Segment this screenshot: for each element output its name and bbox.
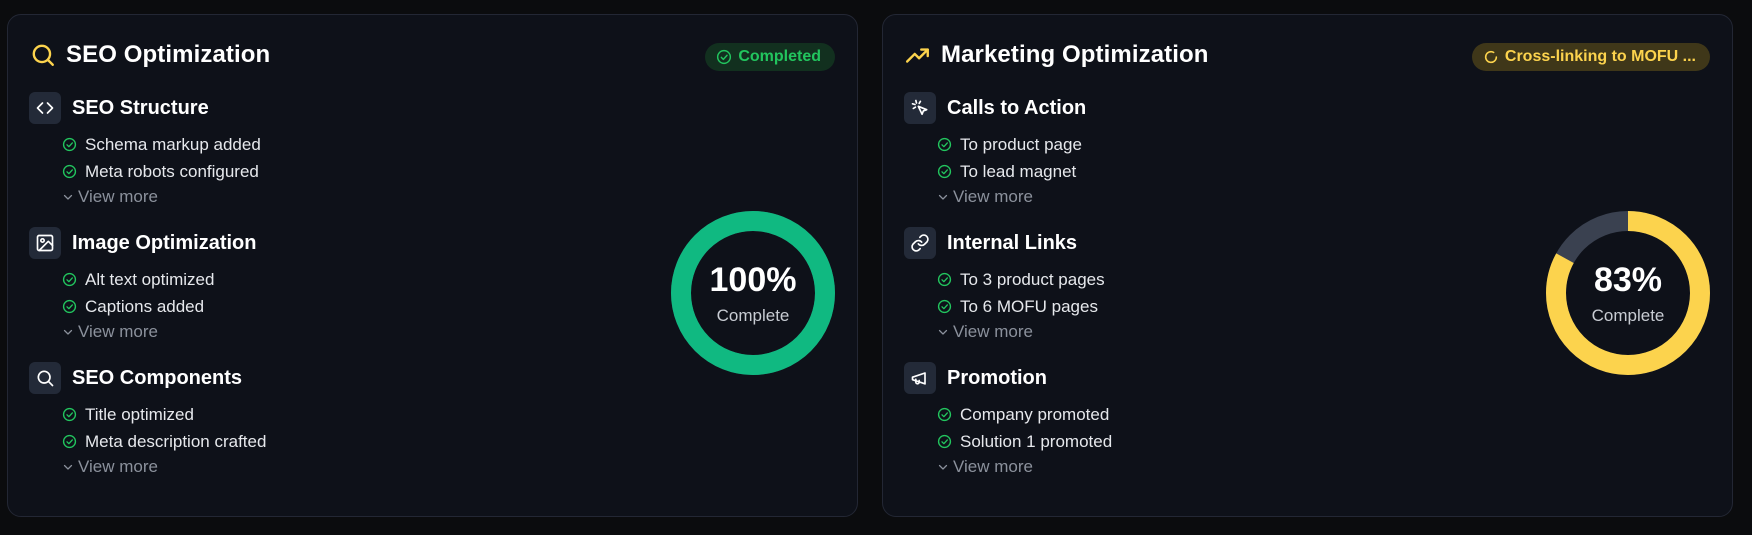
progress-donut: 83% Complete xyxy=(1546,211,1710,375)
item-label: Alt text optimized xyxy=(85,269,215,289)
item-label: To 3 product pages xyxy=(960,269,1105,289)
view-more-button[interactable]: View more xyxy=(937,185,1112,209)
check-circle-icon xyxy=(62,137,77,152)
list-item: Company promoted xyxy=(937,401,1112,428)
item-label: Meta robots configured xyxy=(85,161,259,181)
card-title: SEO Optimization xyxy=(30,41,270,69)
seo-optimization-card: SEO Optimization Completed SEO Structure… xyxy=(7,14,858,517)
trending-up-icon xyxy=(905,42,931,68)
item-label: To 6 MOFU pages xyxy=(960,296,1098,316)
link-icon xyxy=(904,227,936,259)
progress-percent: 83% xyxy=(1593,261,1663,299)
status-text: Cross-linking to MOFU ... xyxy=(1504,48,1696,65)
check-circle-icon xyxy=(716,49,732,65)
view-more-button[interactable]: View more xyxy=(62,320,266,344)
check-circle-icon xyxy=(937,434,952,449)
list-item: Solution 1 promoted xyxy=(937,428,1112,455)
check-circle-icon xyxy=(62,407,77,422)
view-more-button[interactable]: View more xyxy=(937,320,1112,344)
check-circle-icon xyxy=(62,272,77,287)
list-item: To lead magnet xyxy=(937,158,1112,185)
section-title: Internal Links xyxy=(947,231,1078,254)
view-more-label: View more xyxy=(78,187,158,206)
progress-percent: 100% xyxy=(709,261,797,299)
check-circle-icon xyxy=(62,164,77,179)
section-title: SEO Structure xyxy=(72,96,209,119)
check-circle-icon xyxy=(62,299,77,314)
view-more-button[interactable]: View more xyxy=(937,455,1112,479)
list-item: Meta description crafted xyxy=(62,428,266,455)
search-icon xyxy=(30,42,56,68)
item-label: To lead magnet xyxy=(960,161,1077,181)
checklist-sections: SEO Structure Schema markup added Meta r… xyxy=(29,92,266,497)
checklist-sections: Calls to Action To product page To lead … xyxy=(904,92,1112,497)
search-icon xyxy=(29,362,61,394)
item-label: Company promoted xyxy=(960,404,1110,424)
list-item: Captions added xyxy=(62,293,266,320)
chevron-down-icon xyxy=(937,191,949,203)
status-badge: Cross-linking to MOFU ... xyxy=(1471,43,1710,71)
check-circle-icon xyxy=(937,407,952,422)
loader-icon xyxy=(1483,49,1499,65)
view-more-button[interactable]: View more xyxy=(62,185,266,209)
image-icon xyxy=(29,227,61,259)
status-text: Completed xyxy=(738,48,821,65)
chevron-down-icon xyxy=(62,461,74,473)
code-icon xyxy=(29,92,61,124)
view-more-label: View more xyxy=(953,457,1033,476)
list-item: To product page xyxy=(937,131,1112,158)
section-title: SEO Components xyxy=(72,366,243,389)
status-badge: Completed xyxy=(705,43,835,71)
card-title-text: SEO Optimization xyxy=(66,41,271,68)
chevron-down-icon xyxy=(937,326,949,338)
check-circle-icon xyxy=(937,299,952,314)
megaphone-icon xyxy=(904,362,936,394)
section-title: Calls to Action xyxy=(947,96,1087,119)
view-more-button[interactable]: View more xyxy=(62,455,266,479)
list-item: To 3 product pages xyxy=(937,266,1112,293)
progress-label: Complete xyxy=(716,306,790,325)
section-image-optimization: Image Optimization Alt text optimized Ca… xyxy=(29,227,266,362)
list-item: Alt text optimized xyxy=(62,266,266,293)
view-more-label: View more xyxy=(78,457,158,476)
view-more-label: View more xyxy=(78,322,158,341)
section-title: Image Optimization xyxy=(72,231,257,254)
section-seo-structure: SEO Structure Schema markup added Meta r… xyxy=(29,92,266,227)
check-circle-icon xyxy=(62,434,77,449)
marketing-optimization-card: Marketing Optimization Cross-linking to … xyxy=(882,14,1733,517)
item-label: Schema markup added xyxy=(85,134,261,154)
list-item: Schema markup added xyxy=(62,131,266,158)
check-circle-icon xyxy=(937,272,952,287)
section-calls-to-action: Calls to Action To product page To lead … xyxy=(904,92,1112,227)
item-label: Captions added xyxy=(85,296,205,316)
chevron-down-icon xyxy=(62,326,74,338)
view-more-label: View more xyxy=(953,187,1033,206)
card-title-text: Marketing Optimization xyxy=(941,41,1209,68)
item-label: Meta description crafted xyxy=(85,431,267,451)
item-label: Solution 1 promoted xyxy=(960,431,1113,451)
card-title: Marketing Optimization xyxy=(905,41,1209,69)
list-item: Meta robots configured xyxy=(62,158,266,185)
cursor-click-icon xyxy=(904,92,936,124)
progress-donut: 100% Complete xyxy=(671,211,835,375)
list-item: Title optimized xyxy=(62,401,266,428)
section-promotion: Promotion Company promoted Solution 1 pr… xyxy=(904,362,1112,497)
view-more-label: View more xyxy=(953,322,1033,341)
check-circle-icon xyxy=(937,164,952,179)
list-item: To 6 MOFU pages xyxy=(937,293,1112,320)
check-circle-icon xyxy=(937,137,952,152)
section-seo-components: SEO Components Title optimized Meta desc… xyxy=(29,362,266,497)
chevron-down-icon xyxy=(937,461,949,473)
progress-label: Complete xyxy=(1591,306,1665,325)
section-internal-links: Internal Links To 3 product pages To 6 M… xyxy=(904,227,1112,362)
item-label: To product page xyxy=(960,134,1082,154)
item-label: Title optimized xyxy=(85,404,194,424)
chevron-down-icon xyxy=(62,191,74,203)
section-title: Promotion xyxy=(947,366,1047,389)
